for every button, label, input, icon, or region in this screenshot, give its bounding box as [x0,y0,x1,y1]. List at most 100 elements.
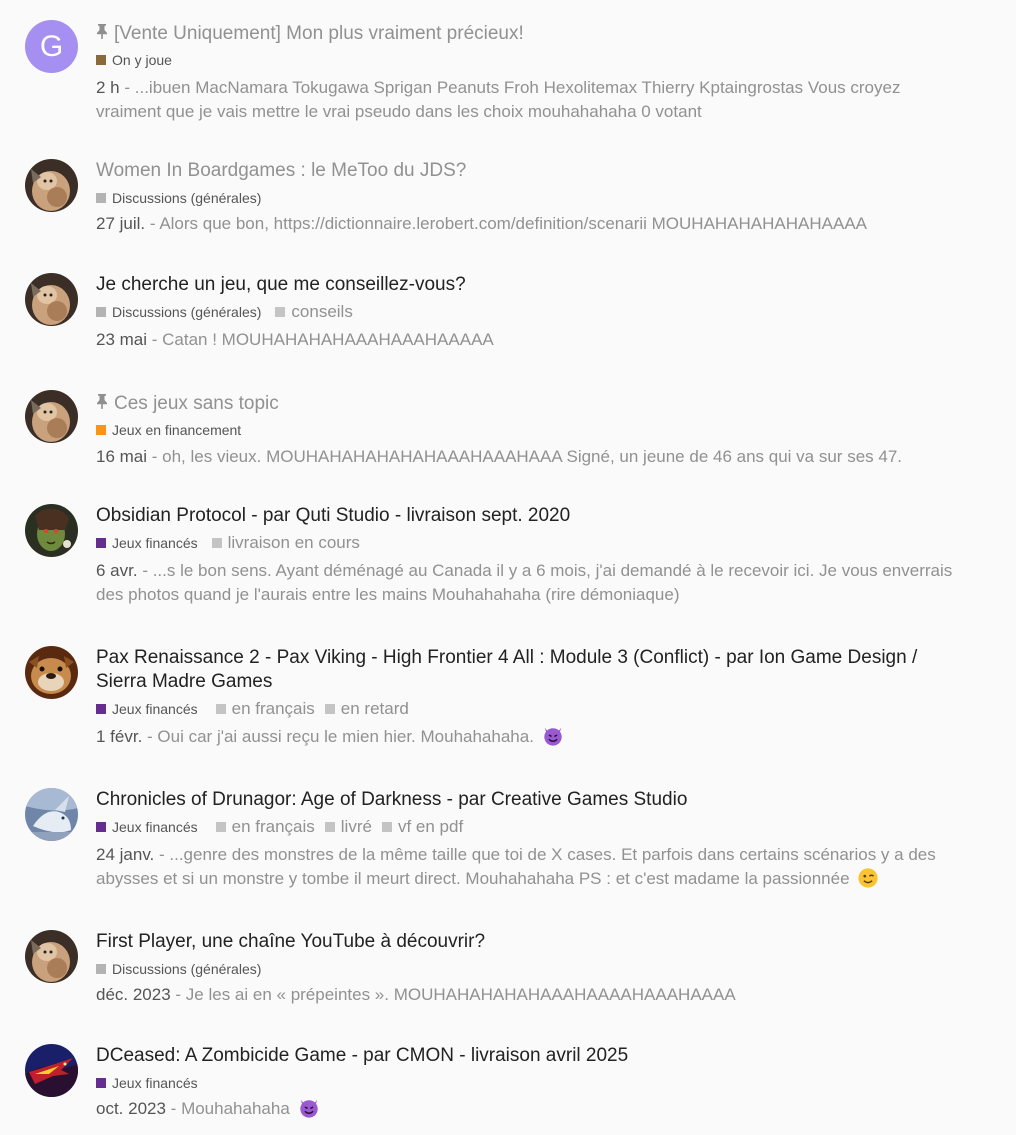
bulldog-avatar-icon [25,646,78,699]
category-badge[interactable]: Jeux financés [96,819,198,835]
tag-swatch [211,538,222,548]
topic-excerpt: 24 janv. - ...genre des monstres de la m… [96,845,936,888]
topic-title-text: Je cherche un jeu, que me conseillez-vou… [96,274,466,295]
category-label: Discussions (générales) [112,304,262,320]
avatar[interactable] [25,390,78,443]
topic-title-link[interactable]: Je cherche un jeu, que me conseillez-vou… [96,273,966,297]
avatar[interactable] [25,930,78,983]
tag-label: conseils [291,302,353,321]
tag-swatch [215,822,226,832]
category-label: On y joue [112,52,172,68]
excerpt-text: Mouhahahaha [181,1099,290,1118]
category-badge[interactable]: Jeux en financement [96,422,241,438]
post-date: 16 mai [96,447,148,466]
category-badge[interactable]: Discussions (générales) [96,190,261,206]
topic-excerpt: oct. 2023 - Mouhahahaha [96,1097,966,1121]
topic-title-text: Pax Renaissance 2 - Pax Viking - High Fr… [96,647,918,692]
topic-title-text: Ces jeux sans topic [114,393,279,414]
excerpt-text: ...s le bon sens. Ayant déménagé au Cana… [96,561,953,604]
topic-title-link[interactable]: Pax Renaissance 2 - Pax Viking - High Fr… [96,646,966,694]
category-label: Jeux financés [112,535,198,551]
tag-label: en retard [340,699,409,718]
post-date: déc. 2023 [96,985,171,1004]
avatar-letter: G [39,29,64,63]
excerpt-text: Catan ! MOUHAHAHAHAAAHAAAHAAAAA [162,330,494,349]
topic-title-link[interactable]: Women In Boardgames : le MeToo du JDS? [96,159,966,183]
tag-swatch [324,822,335,832]
tag-label: livraison en cours [227,533,360,552]
post-date: 1 févr. [96,727,143,746]
tag-livre[interactable]: livré [324,817,372,837]
post-date: 6 avr. [96,561,138,580]
category-swatch [96,704,106,714]
tag-en-francais[interactable]: en français [215,817,315,837]
category-badge[interactable]: On y joue [96,52,172,68]
avatar[interactable]: G [25,20,78,73]
category-label: Jeux financés [112,1075,198,1091]
tag-en-retard[interactable]: en retard [324,699,409,719]
topic-excerpt: 2 h - ...ibuen MacNamara Tokugawa Spriga… [96,78,901,121]
category-swatch [96,55,106,65]
category-label: Jeux en financement [112,422,242,438]
topic-title-link[interactable]: Ces jeux sans topic [96,390,966,416]
tag-livraison-en-cours[interactable]: livraison en cours [211,533,360,553]
smiling-imp-emoji-icon [543,727,562,746]
tag-en-francais[interactable]: en français [215,699,315,719]
category-swatch [96,822,106,832]
category-swatch [96,193,106,203]
excerpt-text: Je les ai en « prépeintes ». MOUHAHAHAHA… [185,985,736,1004]
topic-excerpt: 6 avr. - ...s le bon sens. Ayant déménag… [96,561,953,604]
category-swatch [96,538,106,548]
post-date: 2 h [96,78,120,97]
category-swatch [96,1078,106,1088]
category-badge[interactable]: Jeux financés [96,1075,198,1091]
topic-title-link[interactable]: DCeased: A Zombicide Game - par CMON - l… [96,1044,966,1068]
post-date: oct. 2023 [96,1099,166,1118]
topic-title-link[interactable]: Chronicles of Drunagor: Age of Darkness … [96,788,966,812]
tag-vf-en-pdf[interactable]: vf en pdf [381,817,464,837]
excerpt-text: Alors que bon, https://dictionnaire.lero… [159,214,868,233]
category-badge[interactable]: Discussions (générales) [96,304,261,320]
avatar[interactable] [25,273,78,326]
smiling-imp-emoji-icon [299,1099,318,1118]
post-date: 23 mai [96,330,148,349]
category-label: Jeux financés [112,819,198,835]
goblin-avatar-icon [25,504,78,557]
topic-title-text: Obsidian Protocol - par Quti Studio - li… [96,505,571,526]
category-badge[interactable]: Jeux financés [96,535,198,551]
topic-title-link[interactable]: First Player, une chaîne YouTube à décou… [96,930,966,954]
avatar[interactable] [25,1044,78,1097]
tag-conseils[interactable]: conseils [275,302,353,322]
tag-swatch [275,307,286,317]
topic-title-text: DCeased: A Zombicide Game - par CMON - l… [96,1045,629,1066]
tag-label: livré [340,817,372,836]
category-label: Discussions (générales) [112,190,262,206]
topic-excerpt: 23 mai - Catan ! MOUHAHAHAHAAAHAAAHAAAAA [96,330,494,349]
avatar[interactable] [25,788,78,841]
cat-avatar-icon [25,159,78,212]
topic-title-link[interactable]: Obsidian Protocol - par Quti Studio - li… [96,504,966,528]
category-swatch [96,307,106,317]
topic-title-text: [Vente Uniquement] Mon plus vraiment pré… [114,23,524,44]
post-date: 24 janv. [96,845,155,864]
tag-label: en français [231,699,315,718]
excerpt-text: Oui car j'ai aussi reçu le mien hier. Mo… [157,727,534,746]
cat-avatar-icon [25,390,78,443]
pin-icon [96,20,108,44]
category-badge[interactable]: Jeux financés [96,701,198,717]
topic-excerpt: 1 févr. - Oui car j'ai aussi reçu le mie… [96,725,966,749]
avatar[interactable] [25,504,78,557]
category-label: Jeux financés [112,701,198,717]
avatar[interactable] [25,159,78,212]
excerpt-text: ...genre des monstres de la même taille … [96,845,936,888]
cat-avatar-icon [25,273,78,326]
tag-label: vf en pdf [397,817,464,836]
topic-excerpt: déc. 2023 - Je les ai en « prépeintes ».… [96,985,736,1004]
topic-title-link[interactable]: [Vente Uniquement] Mon plus vraiment pré… [96,20,966,46]
excerpt-text: oh, les vieux. MOUHAHAHAHAHAHAAAHAAAHAAA… [162,447,902,466]
tag-swatch [215,704,226,714]
category-badge[interactable]: Discussions (générales) [96,961,261,977]
category-label: Discussions (générales) [112,961,262,977]
topic-excerpt: 16 mai - oh, les vieux. MOUHAHAHAHAHAHAA… [96,447,902,466]
avatar[interactable] [25,646,78,699]
